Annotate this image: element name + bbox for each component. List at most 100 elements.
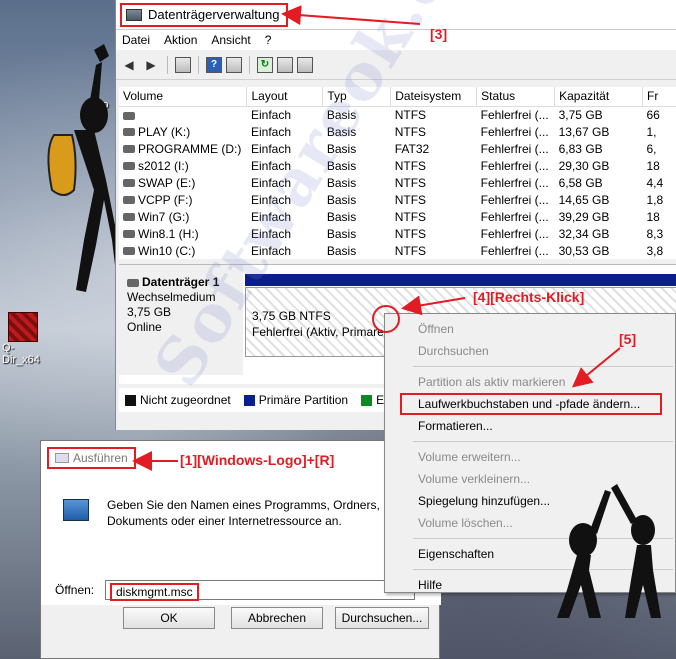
disk-icon (127, 278, 139, 287)
table-cell-fs: FAT32 (394, 141, 430, 156)
run-title-highlight: Ausführen (47, 447, 136, 469)
toolbar-separator (249, 55, 250, 74)
table-row[interactable]: Win8.1 (H:) Einfach Basis NTFS Fehlerfrei (.… (119, 225, 676, 242)
run-dialog-buttons: OK Abbrechen Durchsuchen... (41, 607, 441, 647)
open-label: Öffnen: (55, 583, 95, 597)
col-frei[interactable]: Fr (642, 87, 676, 107)
table-row[interactable]: Win7 (G:) Einfach Basis NTFS Fehlerfrei (...… (119, 208, 676, 225)
table-cell-fr: 6, (646, 141, 657, 156)
table-cell-fs: NTFS (394, 243, 427, 258)
table-cell-volume: PROGRAMME (D:) (119, 140, 247, 157)
table-row[interactable]: PLAY (K:) Einfach Basis NTFS Fehlerfrei (...… (119, 123, 676, 140)
volume-icon (123, 111, 135, 120)
table-row[interactable]: PROGRAMME (D:) Einfach Basis FAT32 Fehlerfre… (119, 140, 676, 157)
table-cell-fs: NTFS (394, 192, 427, 207)
annotation-5: [5] (619, 331, 637, 347)
ctx-formatieren[interactable]: Formatieren... (385, 415, 675, 437)
volume-label: Win10 (C:) (138, 243, 196, 258)
desktop-shortcut-label: Q-Dir_x64 (2, 342, 40, 366)
table-row[interactable]: SWAP (E:) Einfach Basis NTFS Fehlerfrei (...… (119, 174, 676, 191)
col-kapazitaet[interactable]: Kapazität (554, 87, 643, 107)
table-cell-volume: VCPP (F:) (119, 191, 247, 208)
table-cell-cap: 30,53 GB (558, 243, 610, 258)
volume-label: PROGRAMME (D:) (138, 141, 242, 156)
table-cell-cap: 6,83 GB (558, 141, 603, 156)
table-cell-typ: Basis (326, 209, 357, 224)
volume-table: Volume Layout Typ Dateisystem Status Kap… (119, 87, 676, 259)
table-cell-cap: 32,34 GB (558, 226, 610, 241)
table-cell-fr: 18 (646, 209, 660, 224)
annotation-1: [1][Windows-Logo]+[R] (180, 452, 335, 468)
volume-label: VCPP (F:) (138, 192, 193, 207)
table-cell-fs: NTFS (394, 158, 427, 173)
table-cell-cap: 39,29 GB (558, 209, 610, 224)
table-cell-fs: NTFS (394, 175, 427, 190)
table-cell-typ: Basis (326, 243, 357, 258)
ok-button[interactable]: OK (123, 607, 215, 629)
table-cell-fr: 66 (646, 107, 660, 122)
volume-icon (123, 196, 135, 205)
browse-button[interactable]: Durchsuchen... (335, 607, 429, 629)
col-dateisystem[interactable]: Dateisystem (390, 87, 478, 107)
table-cell-fs: NTFS (394, 107, 427, 122)
legend-item-unallocated: Nicht zugeordnet (125, 393, 231, 407)
back-arrow-icon[interactable]: ◀ (120, 56, 138, 74)
menu-datei[interactable]: Datei (122, 33, 150, 47)
volume-label: Win7 (G:) (138, 209, 190, 224)
open-input-value: diskmgmt.msc (110, 583, 199, 601)
qdir-icon (8, 312, 38, 342)
volume-label: SWAP (E:) (138, 175, 196, 190)
disk-management-icon (126, 8, 142, 21)
table-cell-cap: 29,30 GB (558, 158, 610, 173)
desktop-shortcut-qdir[interactable]: Q-Dir_x64 (2, 312, 52, 366)
annotation-3: [3] (430, 26, 448, 42)
table-cell-fr: 4,4 (646, 175, 664, 190)
volume-label: s2012 (I:) (138, 158, 189, 173)
table-cell-cap: 3,75 GB (558, 107, 603, 122)
run-description: Geben Sie den Namen eines Programms, Ord… (107, 498, 380, 528)
menu-aktion[interactable]: Aktion (164, 33, 197, 47)
table-row[interactable]: VCPP (F:) Einfach Basis NTFS Fehlerfrei (...… (119, 191, 676, 208)
volume-icon (123, 230, 135, 239)
window-title: Datenträgerverwaltung (148, 7, 280, 22)
table-cell-fs: NTFS (394, 226, 427, 241)
table-cell-volume: SWAP (E:) (119, 174, 247, 191)
cancel-button[interactable]: Abbrechen (231, 607, 323, 629)
run-dialog: Ausführen Geben Sie den Namen eines Prog… (40, 440, 441, 659)
table-cell-status: Fehlerfrei (... (480, 141, 549, 156)
toolbar-separator (198, 55, 199, 74)
table-cell-status: Fehlerfrei (... (480, 175, 549, 190)
ctx-change-drive-letter[interactable]: Laufwerkbuchstaben und -pfade ändern... (400, 393, 662, 415)
table-cell-volume: s2012 (I:) (119, 157, 247, 174)
run-dialog-body: Geben Sie den Namen eines Programms, Ord… (41, 475, 441, 605)
volume-icon (123, 179, 135, 188)
col-status[interactable]: Status (476, 87, 556, 107)
table-row[interactable]: s2012 (I:) Einfach Basis NTFS Fehlerfrei (..… (119, 157, 676, 174)
ctx-mark-active[interactable]: Partition als aktiv markieren (385, 371, 675, 393)
table-cell-status: Fehlerfrei (... (480, 209, 549, 224)
table-cell-fr: 18 (646, 158, 660, 173)
volume-icon (123, 145, 135, 154)
settings-icon[interactable] (297, 56, 313, 73)
forward-arrow-icon[interactable]: ▶ (142, 56, 160, 74)
console-tree-icon[interactable] (175, 56, 191, 73)
table-row[interactable]: Einfach Basis NTFS Fehlerfrei (... 3,75 GB 66 (119, 106, 676, 123)
table-cell-fr: 1,8 (646, 192, 664, 207)
volume-icon (123, 213, 135, 222)
climber-figure-icon (47, 44, 124, 292)
help-icon[interactable]: ? (206, 56, 222, 73)
table-cell-typ: Basis (326, 226, 357, 241)
table-cell-cap: 13,67 GB (558, 124, 610, 139)
rescan-icon[interactable] (277, 56, 293, 73)
ctx-separator (413, 366, 673, 367)
menu-help[interactable]: ? (265, 33, 272, 47)
volume-table-header: Volume Layout Typ Dateisystem Status Kap… (119, 87, 676, 107)
open-input[interactable]: diskmgmt.msc (105, 580, 415, 601)
menu-ansicht[interactable]: Ansicht (211, 33, 250, 47)
properties-icon[interactable] (226, 56, 242, 73)
refresh-icon[interactable]: ↻ (257, 56, 273, 73)
ctx-volume-extend[interactable]: Volume erweitern... (385, 446, 675, 468)
primary-partition-bar (245, 274, 676, 286)
table-row[interactable]: Win10 (C:) Einfach Basis NTFS Fehlerfrei (..… (119, 242, 676, 259)
col-volume[interactable]: Volume (119, 87, 248, 107)
